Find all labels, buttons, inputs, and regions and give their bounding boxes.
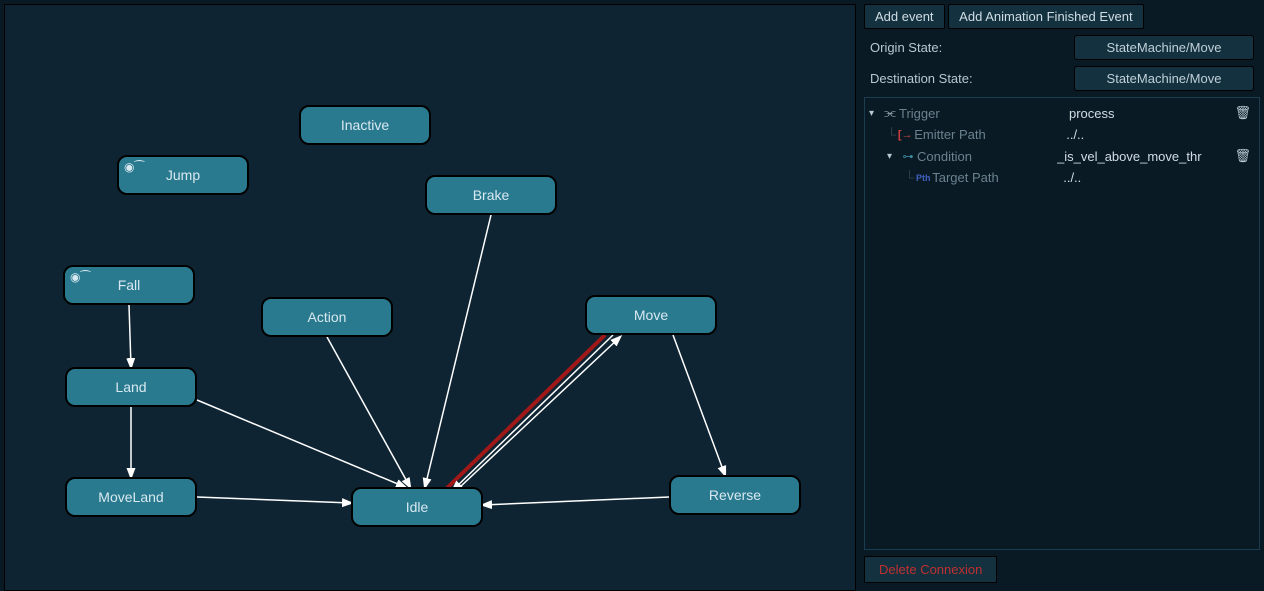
rss-icon: ◉⁀ bbox=[124, 160, 144, 174]
tree-row-trigger[interactable]: ▾ ⫘ Trigger process 🗑 bbox=[869, 102, 1255, 124]
node-label: Inactive bbox=[341, 117, 389, 133]
target-label: Target Path bbox=[932, 170, 1063, 185]
node-label: Idle bbox=[406, 499, 429, 515]
add-event-button[interactable]: Add event bbox=[864, 4, 945, 29]
node-label: Reverse bbox=[709, 487, 761, 503]
emit-icon: [→ bbox=[896, 129, 914, 141]
node-label: Fall bbox=[118, 277, 141, 293]
tree-row-condition[interactable]: ▾ ⊶ Condition _is_vel_above_move_thr 🗑 bbox=[869, 145, 1255, 167]
delete-connexion-button[interactable]: Delete Connexion bbox=[864, 556, 997, 583]
node-label: Action bbox=[308, 309, 347, 325]
target-value: ../.. bbox=[1063, 170, 1255, 185]
node-moveland[interactable]: MoveLand bbox=[65, 477, 197, 517]
destination-state-label: Destination State: bbox=[870, 71, 1074, 86]
trigger-label: Trigger bbox=[899, 106, 1069, 121]
signal-icon: ⫘ bbox=[881, 105, 899, 121]
node-fall[interactable]: ◉⁀ Fall bbox=[63, 265, 195, 305]
chevron-down-icon: ▾ bbox=[887, 151, 899, 162]
trigger-tree: ▾ ⫘ Trigger process 🗑 └ [→ Emitter Path … bbox=[864, 97, 1260, 550]
add-anim-finished-button[interactable]: Add Animation Finished Event bbox=[948, 4, 1143, 29]
state-machine-canvas[interactable]: ◉⁀ Jump Inactive Brake ◉⁀ Fall Action Move… bbox=[4, 4, 856, 591]
inspector-panel: Add event Add Animation Finished Event O… bbox=[860, 0, 1264, 587]
emitter-label: Emitter Path bbox=[914, 127, 1066, 142]
trash-icon[interactable]: 🗑 bbox=[1230, 105, 1255, 121]
tree-pipe: └ bbox=[905, 170, 914, 185]
node-label: Move bbox=[634, 307, 668, 323]
origin-state-label: Origin State: bbox=[870, 40, 1074, 55]
emitter-value: ../.. bbox=[1066, 127, 1255, 142]
node-land[interactable]: Land bbox=[65, 367, 197, 407]
node-reverse[interactable]: Reverse bbox=[669, 475, 801, 515]
rss-icon: ◉⁀ bbox=[70, 270, 90, 284]
condition-label: Condition bbox=[917, 149, 1057, 164]
node-label: Brake bbox=[473, 187, 510, 203]
node-label: Land bbox=[115, 379, 146, 395]
tree-row-emitter[interactable]: └ [→ Emitter Path ../.. bbox=[869, 124, 1255, 145]
trash-icon[interactable]: 🗑 bbox=[1230, 148, 1255, 164]
tree-row-target[interactable]: └ Pth Target Path ../.. bbox=[869, 167, 1255, 188]
node-jump[interactable]: ◉⁀ Jump bbox=[117, 155, 249, 195]
tree-pipe: └ bbox=[887, 127, 896, 142]
condition-icon: ⊶ bbox=[899, 150, 917, 163]
node-move[interactable]: Move bbox=[585, 295, 717, 335]
node-label: Jump bbox=[166, 167, 200, 183]
node-brake[interactable]: Brake bbox=[425, 175, 557, 215]
node-action[interactable]: Action bbox=[261, 297, 393, 337]
node-label: MoveLand bbox=[98, 489, 163, 505]
origin-state-value[interactable]: StateMachine/Move bbox=[1074, 35, 1254, 60]
path-icon: Pth bbox=[914, 173, 932, 183]
node-inactive[interactable]: Inactive bbox=[299, 105, 431, 145]
condition-value: _is_vel_above_move_thr bbox=[1057, 149, 1230, 164]
trigger-value: process bbox=[1069, 106, 1230, 121]
node-idle[interactable]: Idle bbox=[351, 487, 483, 527]
destination-state-value[interactable]: StateMachine/Move bbox=[1074, 66, 1254, 91]
chevron-down-icon: ▾ bbox=[869, 108, 881, 119]
